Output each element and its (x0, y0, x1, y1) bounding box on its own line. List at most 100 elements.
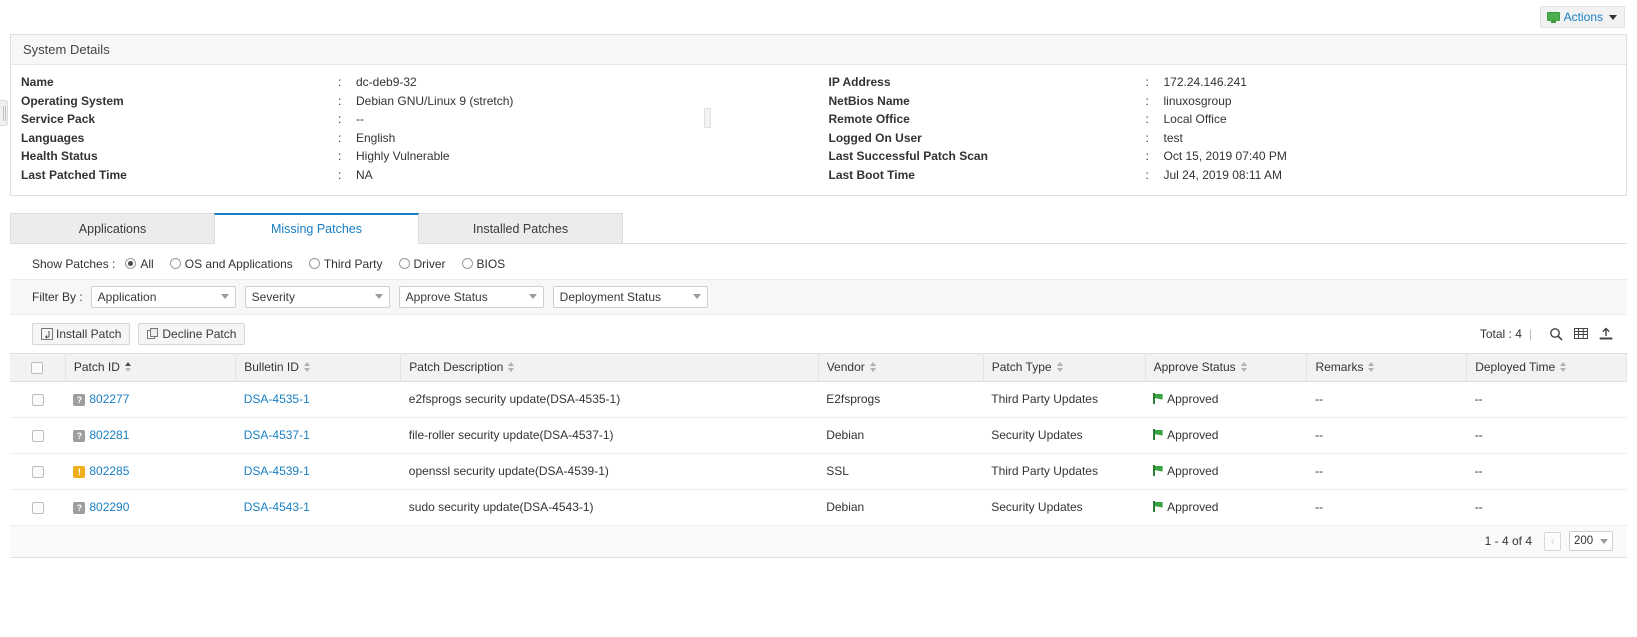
radio-all[interactable]: All (125, 257, 154, 271)
column-header-label: Bulletin ID (244, 360, 299, 375)
column-header-vendor[interactable]: Vendor (818, 352, 984, 382)
export-icon[interactable] (1597, 325, 1615, 343)
patch-id-link[interactable]: 802277 (89, 392, 129, 406)
radio-indicator[interactable] (308, 258, 320, 270)
cell-deployed-time: -- (1466, 489, 1627, 526)
patch-id-link[interactable]: 802285 (89, 464, 129, 478)
cell-bulletin-id: DSA-4537-1 (235, 417, 401, 454)
column-splitter-handle[interactable] (704, 108, 711, 128)
radio-driver[interactable]: Driver (398, 257, 446, 271)
table-row[interactable]: ? 802277 DSA-4535-1 e2fsprogs security upda… (10, 381, 1627, 418)
severity-icon: ? (73, 393, 86, 406)
filter-bar: Filter By : Application Severity Approve S… (10, 278, 1627, 315)
tab-missing-patches[interactable]: Missing Patches (214, 212, 419, 244)
sort-arrows-icon[interactable] (1560, 362, 1567, 373)
sort-arrows-icon[interactable] (869, 362, 877, 373)
filter-select-approve-status[interactable]: Approve Status (398, 285, 544, 308)
patch-id-link[interactable]: 802281 (89, 428, 129, 442)
row-checkbox[interactable] (31, 393, 44, 406)
detail-label: IP Address (828, 75, 891, 89)
detail-colon: : (1145, 149, 1149, 164)
left-resize-handle[interactable] (0, 100, 8, 126)
row-select-cell (10, 417, 66, 454)
cell-bulletin-id: DSA-4539-1 (235, 453, 401, 490)
filter-select-value: Approve Status (405, 289, 488, 304)
column-header-label: Vendor (826, 360, 865, 375)
column-header-approve-status[interactable]: Approve Status (1145, 352, 1308, 382)
sort-arrows-icon[interactable] (124, 362, 132, 373)
detail-colon: : (338, 112, 342, 127)
bulletin-id-link[interactable]: DSA-4537-1 (244, 428, 310, 442)
detail-label: Last Patched Time (21, 167, 127, 182)
system-details-title: System Details (11, 35, 1626, 65)
column-header-patch-type[interactable]: Patch Type (983, 352, 1146, 382)
column-header-patch-description[interactable]: Patch Description (400, 352, 819, 382)
detail-label: NetBios Name (828, 93, 910, 108)
radio-third-party[interactable]: Third Party (308, 256, 383, 271)
tab-installed-patches[interactable]: Installed Patches (418, 212, 623, 243)
bulletin-id-link[interactable]: DSA-4535-1 (244, 392, 310, 406)
system-details-left-column: Name: dc-deb9-32 Operating System: Debian G… (11, 73, 819, 185)
cell-patch-id: ? 802281 (65, 417, 236, 454)
column-header-bulletin-id[interactable]: Bulletin ID (235, 352, 402, 382)
table-row[interactable]: ? 802281 DSA-4537-1 file-roller security up… (10, 417, 1627, 454)
approved-flag-icon (1153, 393, 1163, 405)
sort-arrows-icon[interactable] (1056, 362, 1064, 373)
row-checkbox[interactable] (31, 429, 44, 442)
radio-label: Third Party (323, 256, 383, 271)
column-header-deployed-time[interactable]: Deployed Time (1466, 352, 1627, 382)
search-icon[interactable] (1547, 325, 1565, 343)
detail-value: linuxosgroup (1163, 93, 1232, 108)
radio-indicator[interactable] (169, 258, 181, 270)
radio-indicator[interactable] (125, 258, 137, 270)
approved-flag-icon (1153, 465, 1163, 477)
filter-select-value: Severity (251, 289, 296, 304)
filter-select-deployment-status[interactable]: Deployment Status (552, 285, 708, 308)
actions-button[interactable]: Actions (1539, 6, 1625, 28)
sort-arrows-icon[interactable] (508, 362, 515, 373)
detail-value: Oct 15, 2019 07:40 PM (1163, 149, 1287, 164)
column-header-label: Deployed Time (1475, 360, 1556, 375)
radio-label: BIOS (476, 256, 506, 271)
row-select-cell (10, 381, 66, 418)
radio-indicator[interactable] (398, 258, 410, 270)
select-all-checkbox[interactable] (31, 361, 44, 374)
sort-arrows-icon[interactable] (303, 362, 311, 373)
bulletin-id-link[interactable]: DSA-4539-1 (244, 464, 310, 478)
bulletin-id-link[interactable]: DSA-4543-1 (244, 500, 310, 514)
detail-label: Languages (21, 130, 85, 145)
pagination-range: 1 - 4 of 4 (1484, 534, 1532, 549)
sort-arrows-icon[interactable] (1368, 362, 1375, 373)
radio-os-and-applications[interactable]: OS and Applications (169, 257, 293, 271)
filter-select-application[interactable]: Application (90, 285, 236, 308)
filter-select-severity[interactable]: Severity (244, 285, 390, 308)
total-count-label: Total : 4 (1479, 326, 1522, 341)
detail-row: Logged On User: test (829, 129, 1627, 148)
cell-patch-type: Security Updates (983, 489, 1146, 526)
radio-bios[interactable]: BIOS (461, 256, 506, 271)
table-row[interactable]: ! 802285 DSA-4539-1 openssl security update… (10, 453, 1627, 490)
decline-patch-button[interactable]: Decline Patch (138, 322, 246, 345)
column-chooser-icon[interactable] (1572, 325, 1590, 343)
system-details-page: Actions System Details Name: dc-deb9-32 Op… (0, 0, 1637, 637)
page-size-select[interactable]: 200 (1569, 531, 1613, 552)
row-checkbox[interactable] (31, 501, 44, 514)
approve-status-text: Approved (1167, 500, 1219, 515)
detail-value: 172.24.146.241 (1163, 75, 1247, 89)
table-row[interactable]: ? 802290 DSA-4543-1 sudo security update(DS… (10, 489, 1627, 526)
tab-applications[interactable]: Applications (10, 212, 215, 243)
column-header-patch-id[interactable]: Patch ID (65, 352, 237, 382)
cell-patch-id: ! 802285 (65, 453, 236, 490)
detail-colon: : (1145, 167, 1149, 182)
row-checkbox[interactable] (31, 465, 44, 478)
patch-id-link[interactable]: 802290 (89, 500, 129, 514)
radio-indicator[interactable] (461, 258, 473, 270)
prev-page-button[interactable]: ‹ (1544, 531, 1561, 551)
install-patch-button[interactable]: Install Patch (32, 322, 131, 345)
filter-select-value: Deployment Status (559, 289, 662, 304)
sort-arrows-icon[interactable] (1240, 362, 1248, 373)
column-header-remarks[interactable]: Remarks (1306, 352, 1468, 382)
install-patch-label: Install Patch (56, 326, 122, 341)
install-icon (41, 327, 53, 340)
table-header-row: Patch ID Bulletin ID Patch Description Vend… (10, 352, 1627, 382)
